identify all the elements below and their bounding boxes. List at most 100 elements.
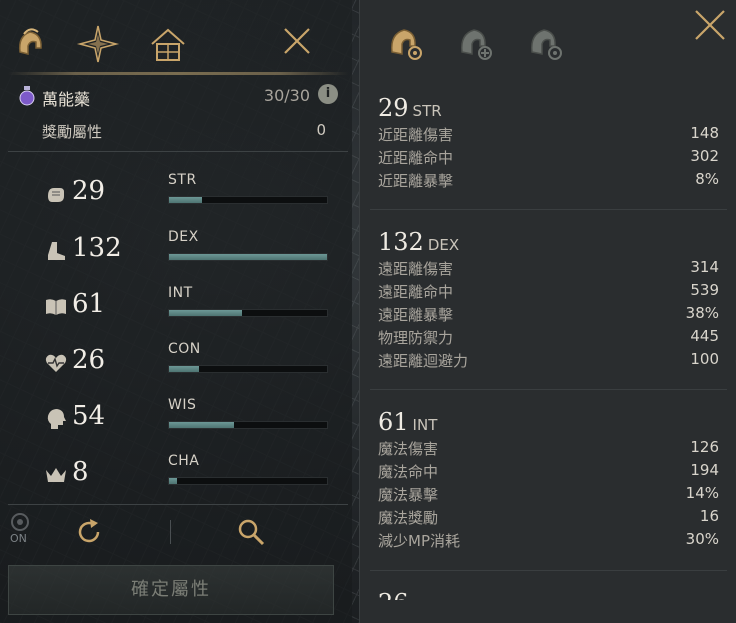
detail-line: 遠距離迴避力 100: [378, 350, 721, 373]
stat-bar-fill: [169, 197, 203, 203]
right-tab-bar: [360, 0, 736, 74]
stat-name: INT: [168, 285, 193, 301]
helmet-gear-icon: [391, 29, 422, 60]
detail-line: 魔法傷害 126: [378, 438, 721, 461]
stat-progress-bar: [168, 253, 328, 261]
stat-value: 132: [72, 233, 122, 263]
button-separator: [170, 520, 171, 544]
detail-label: 遠距離傷害: [378, 260, 454, 278]
detail-line: 魔法獎勵 16: [378, 507, 721, 530]
info-icon[interactable]: i: [318, 84, 338, 104]
detail-label: 遠距離暴擊: [378, 306, 454, 324]
fist-icon: [44, 182, 68, 206]
stat-name: CON: [168, 341, 201, 357]
detail-value: 302: [690, 147, 719, 165]
house-tab-icon[interactable]: [146, 22, 190, 66]
detail-value: 539: [690, 281, 719, 299]
detail-label: 魔法暴擊: [378, 486, 439, 504]
helmet-gear-tab[interactable]: [384, 20, 428, 64]
stat-progress-bar: [168, 421, 328, 429]
detail-value: 148: [690, 124, 719, 142]
detail-value: 126: [690, 438, 719, 456]
stat-bar-fill: [169, 478, 177, 484]
detail-label: 魔法命中: [378, 463, 439, 481]
refresh-icon: [78, 519, 100, 543]
stat-value: 54: [72, 401, 106, 431]
stat-row-str: 29 STR: [0, 172, 352, 222]
helmet-swap-icon: [531, 29, 562, 60]
stat-progress-bar: [168, 365, 328, 373]
stat-row-int: 61 INT: [0, 285, 352, 335]
inspect-button[interactable]: [234, 515, 268, 549]
detail-label: 遠距離命中: [378, 283, 454, 301]
detail-value: 30%: [685, 530, 719, 548]
str-details: 29 STR 近距離傷害 148 近距離命中 302 近距離暴擊 8%: [378, 94, 721, 193]
section-abbr: DEX: [427, 236, 460, 254]
left-close-button[interactable]: [282, 26, 312, 60]
stat-value: 29: [72, 176, 106, 206]
potion-icon: [19, 86, 35, 106]
divider: [8, 151, 348, 152]
dex-details: 132 DEX 遠距離傷害 314 遠距離命中 539 遠距離暴擊 38% 物理防禦力 4…: [378, 228, 721, 373]
stat-row-wis: 54 WIS: [0, 397, 352, 447]
detail-value: 194: [690, 461, 719, 479]
reset-button[interactable]: [72, 515, 106, 549]
detail-line: 減少MP消耗 30%: [378, 530, 721, 553]
stats-panel-left: 萬能藥 30/30 i 獎勵屬性 0 29 STR 132 DEX 61 INT: [0, 0, 352, 623]
stat-row-dex: 132 DEX: [0, 229, 352, 279]
crown-icon: [44, 463, 68, 487]
stat-name: DEX: [168, 229, 199, 245]
detail-line: 近距離傷害 148: [378, 124, 721, 147]
stat-progress-bar: [168, 309, 328, 317]
stat-name: CHA: [168, 453, 200, 469]
stat-bar-fill: [169, 422, 234, 428]
detail-value: 16: [699, 507, 719, 525]
magnifier-icon: [238, 519, 265, 546]
helmet-tab-icon[interactable]: [8, 22, 52, 66]
detail-line: 魔法命中 194: [378, 461, 721, 484]
stat-progress-bar: [168, 477, 328, 485]
detail-label: 近距離傷害: [378, 126, 454, 144]
detail-line: 物理防禦力 445: [378, 327, 721, 350]
detail-value: 14%: [685, 484, 719, 502]
helmet-swap-tab[interactable]: [524, 20, 568, 64]
compass-star-icon: [76, 25, 120, 63]
toggle-label: ON: [10, 532, 27, 545]
compass-star-tab-icon[interactable]: [76, 22, 120, 66]
detail-line: 魔法暴擊 14%: [378, 484, 721, 507]
stat-name: WIS: [168, 397, 197, 413]
detail-label: 減少MP消耗: [378, 532, 460, 550]
section-abbr: STR: [412, 102, 442, 120]
detail-label: 魔法獎勵: [378, 509, 439, 527]
section-divider: [370, 389, 727, 390]
divider: [8, 504, 348, 505]
detail-label: 近距離命中: [378, 149, 454, 167]
section-abbr: INT: [412, 416, 438, 434]
close-icon: [284, 28, 310, 54]
next-section-value: 26: [378, 588, 409, 600]
helmet-icon: [18, 28, 42, 55]
section-divider: [370, 209, 727, 210]
right-close-button[interactable]: [693, 8, 727, 46]
stat-name: STR: [168, 172, 197, 188]
stat-row-con: 26 CON: [0, 341, 352, 391]
ornate-divider: [8, 72, 348, 75]
detail-line: 遠距離暴擊 38%: [378, 304, 721, 327]
stat-bar-fill: [169, 254, 327, 260]
detail-value: 8%: [695, 170, 719, 188]
stats-detail-panel: 29 STR 近距離傷害 148 近距離命中 302 近距離暴擊 8% 132 DEX 遠…: [359, 0, 736, 623]
confirm-attributes-button[interactable]: 確定屬性: [8, 565, 334, 615]
detail-value: 100: [690, 350, 719, 368]
helmet-plus-tab[interactable]: [454, 20, 498, 64]
detail-line: 近距離命中 302: [378, 147, 721, 170]
bonus-points-value: 0: [316, 121, 326, 139]
section-value: 61: [378, 408, 409, 436]
int-details: 61 INT 魔法傷害 126 魔法命中 194 魔法暴擊 14% 魔法獎勵 16 減少M…: [378, 408, 721, 553]
detail-line: 遠距離傷害 314: [378, 258, 721, 281]
detail-label: 物理防禦力: [378, 329, 454, 347]
detail-label: 魔法傷害: [378, 440, 439, 458]
house-icon: [151, 28, 185, 61]
section-header: 61 INT: [378, 408, 721, 438]
boot-icon: [44, 239, 68, 263]
left-tab-bar: [0, 0, 352, 72]
